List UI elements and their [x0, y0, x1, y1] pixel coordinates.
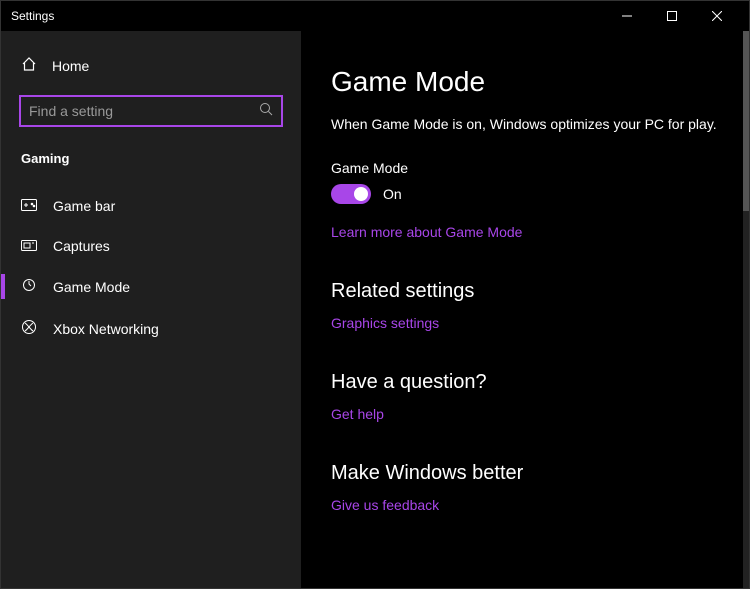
maximize-icon — [667, 11, 677, 21]
captures-icon — [21, 238, 37, 254]
sidebar-item-captures[interactable]: Captures — [1, 226, 301, 266]
toggle-knob — [354, 187, 368, 201]
feedback-link[interactable]: Give us feedback — [331, 497, 439, 513]
close-icon — [712, 11, 722, 21]
toggle-state: On — [383, 186, 402, 202]
xbox-icon — [21, 319, 37, 338]
maximize-button[interactable] — [649, 1, 694, 31]
home-icon — [21, 56, 37, 75]
sidebar-item-label: Game Mode — [53, 279, 130, 295]
search-wrap — [1, 85, 301, 137]
sidebar-item-game-bar[interactable]: Game bar — [1, 186, 301, 226]
toggle-label: Game Mode — [331, 160, 719, 176]
scrollbar[interactable] — [743, 31, 749, 588]
sidebar: Home Gaming Game bar — [1, 31, 301, 588]
learn-more-link[interactable]: Learn more about Game Mode — [331, 224, 522, 240]
sidebar-section-header: Gaming — [1, 137, 301, 176]
sidebar-item-label: Game bar — [53, 198, 115, 214]
home-label: Home — [52, 58, 89, 74]
nav-list: Game bar Captures Game Mode — [1, 176, 301, 350]
sidebar-item-game-mode[interactable]: Game Mode — [1, 266, 301, 307]
related-heading: Related settings — [331, 280, 719, 303]
main-panel: Game Mode When Game Mode is on, Windows … — [301, 31, 749, 588]
graphics-settings-link[interactable]: Graphics settings — [331, 315, 439, 331]
game-mode-icon — [21, 278, 37, 295]
page-description: When Game Mode is on, Windows optimizes … — [331, 116, 719, 132]
question-heading: Have a question? — [331, 371, 719, 394]
search-box[interactable] — [19, 95, 283, 127]
toggle-row: On — [331, 184, 719, 204]
content: Home Gaming Game bar — [1, 31, 749, 588]
close-button[interactable] — [694, 1, 739, 31]
sidebar-item-label: Xbox Networking — [53, 321, 159, 337]
window-title: Settings — [11, 9, 604, 23]
search-icon — [259, 102, 273, 121]
home-nav[interactable]: Home — [1, 46, 301, 85]
minimize-button[interactable] — [604, 1, 649, 31]
page-title: Game Mode — [331, 66, 719, 98]
titlebar: Settings — [1, 1, 749, 31]
settings-window: Settings Home — [0, 0, 750, 589]
window-controls — [604, 1, 739, 31]
sidebar-item-label: Captures — [53, 238, 110, 254]
minimize-icon — [622, 11, 632, 21]
better-heading: Make Windows better — [331, 462, 719, 485]
search-input[interactable] — [29, 103, 259, 119]
game-mode-toggle[interactable] — [331, 184, 371, 204]
game-bar-icon — [21, 198, 37, 214]
sidebar-item-xbox-networking[interactable]: Xbox Networking — [1, 307, 301, 350]
scrollbar-thumb[interactable] — [743, 31, 749, 211]
get-help-link[interactable]: Get help — [331, 406, 384, 422]
